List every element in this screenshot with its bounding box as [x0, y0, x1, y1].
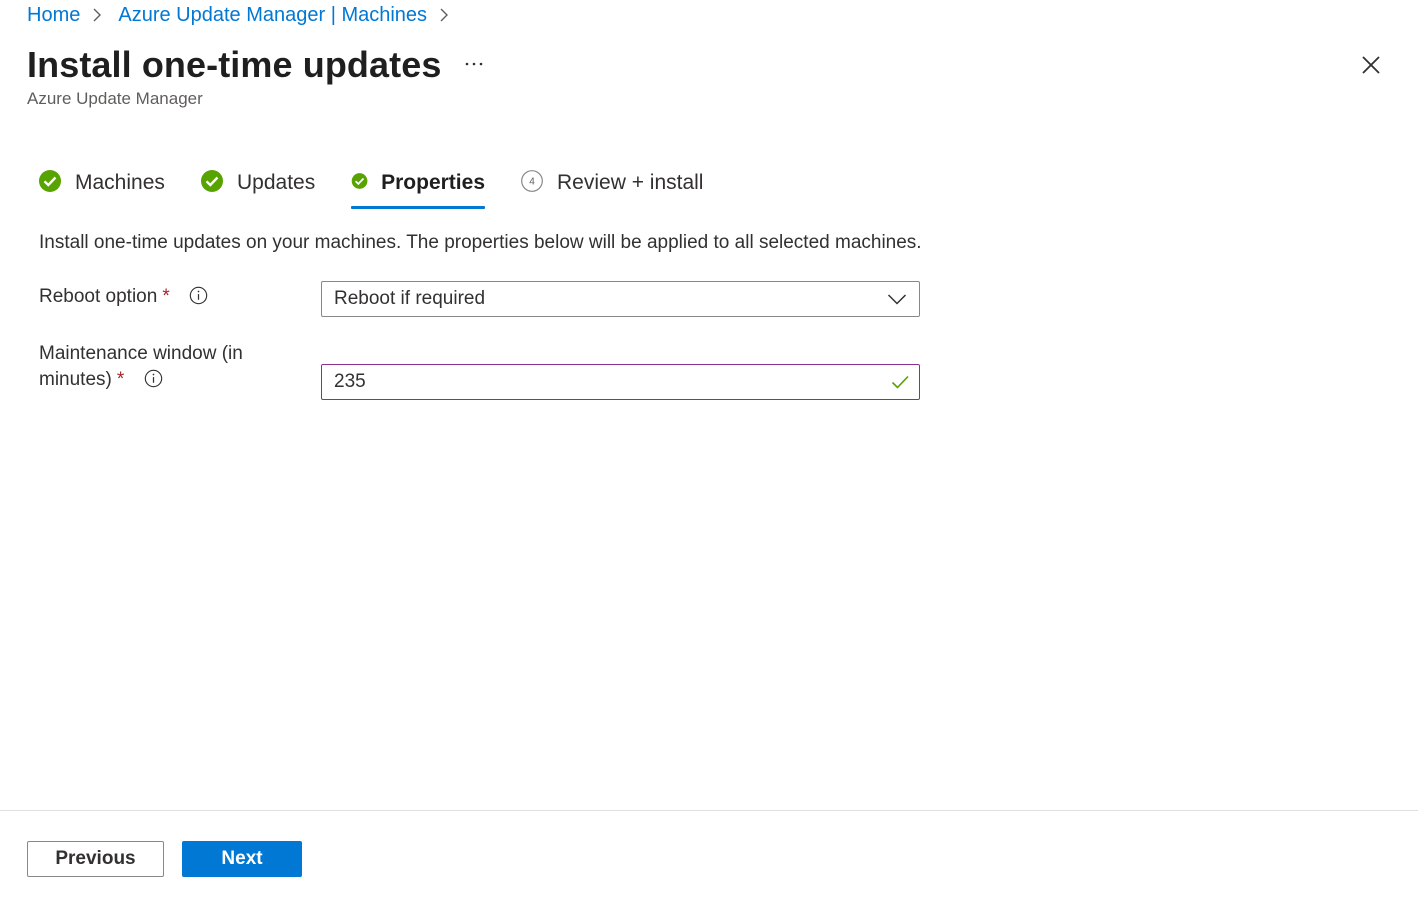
tab-label: Machines — [75, 171, 165, 194]
maintenance-window-field[interactable] — [321, 364, 920, 400]
label-text-line1: Maintenance window (in — [39, 343, 243, 364]
check-circle-icon — [351, 173, 368, 189]
tab-review-install[interactable]: 4 Review + install — [520, 165, 703, 209]
tab-label: Updates — [237, 171, 316, 194]
next-button[interactable]: Next — [182, 841, 302, 877]
description-text: Install one-time updates on your machine… — [39, 232, 922, 253]
reboot-option-label: Reboot option * — [39, 284, 208, 310]
maintenance-window-label: Maintenance window (in minutes) * — [39, 341, 243, 393]
chevron-right-icon — [91, 7, 103, 23]
ellipsis-icon — [465, 62, 483, 66]
required-mark: * — [162, 286, 170, 307]
tab-updates[interactable]: Updates — [200, 165, 315, 209]
close-button[interactable] — [1357, 51, 1385, 79]
tab-machines[interactable]: Machines — [38, 165, 165, 209]
label-text: Reboot option — [39, 286, 158, 307]
tab-label: Review + install — [557, 171, 704, 194]
tab-label: Properties — [381, 171, 485, 194]
info-icon[interactable] — [144, 369, 163, 388]
step-number: 4 — [529, 177, 535, 188]
install-updates-page: Home Azure Update Manager | Machines Ins… — [0, 0, 1418, 903]
page-subtitle: Azure Update Manager — [27, 89, 203, 108]
breadcrumb: Home Azure Update Manager | Machines — [27, 2, 465, 28]
info-icon[interactable] — [189, 286, 208, 305]
breadcrumb-machines-link[interactable]: Azure Update Manager | Machines — [118, 2, 427, 28]
footer-divider — [0, 810, 1418, 811]
check-circle-icon — [201, 170, 223, 192]
breadcrumb-home-link[interactable]: Home — [27, 2, 80, 28]
chevron-down-icon — [887, 294, 907, 305]
maintenance-window-input[interactable] — [334, 371, 890, 393]
more-options-button[interactable] — [460, 50, 488, 78]
close-icon — [1362, 56, 1380, 74]
reboot-option-value: Reboot if required — [334, 288, 486, 309]
step-number-icon: 4 — [521, 170, 543, 192]
tab-properties[interactable]: Properties — [351, 165, 485, 209]
checkmark-icon — [891, 375, 909, 389]
required-mark: * — [116, 369, 125, 390]
label-text-line2: minutes) — [39, 369, 112, 390]
previous-button[interactable]: Previous — [27, 841, 164, 877]
page-title: Install one-time updates — [27, 44, 442, 85]
chevron-right-icon — [438, 7, 450, 23]
reboot-option-dropdown[interactable]: Reboot if required — [321, 281, 920, 317]
check-circle-icon — [39, 170, 61, 192]
